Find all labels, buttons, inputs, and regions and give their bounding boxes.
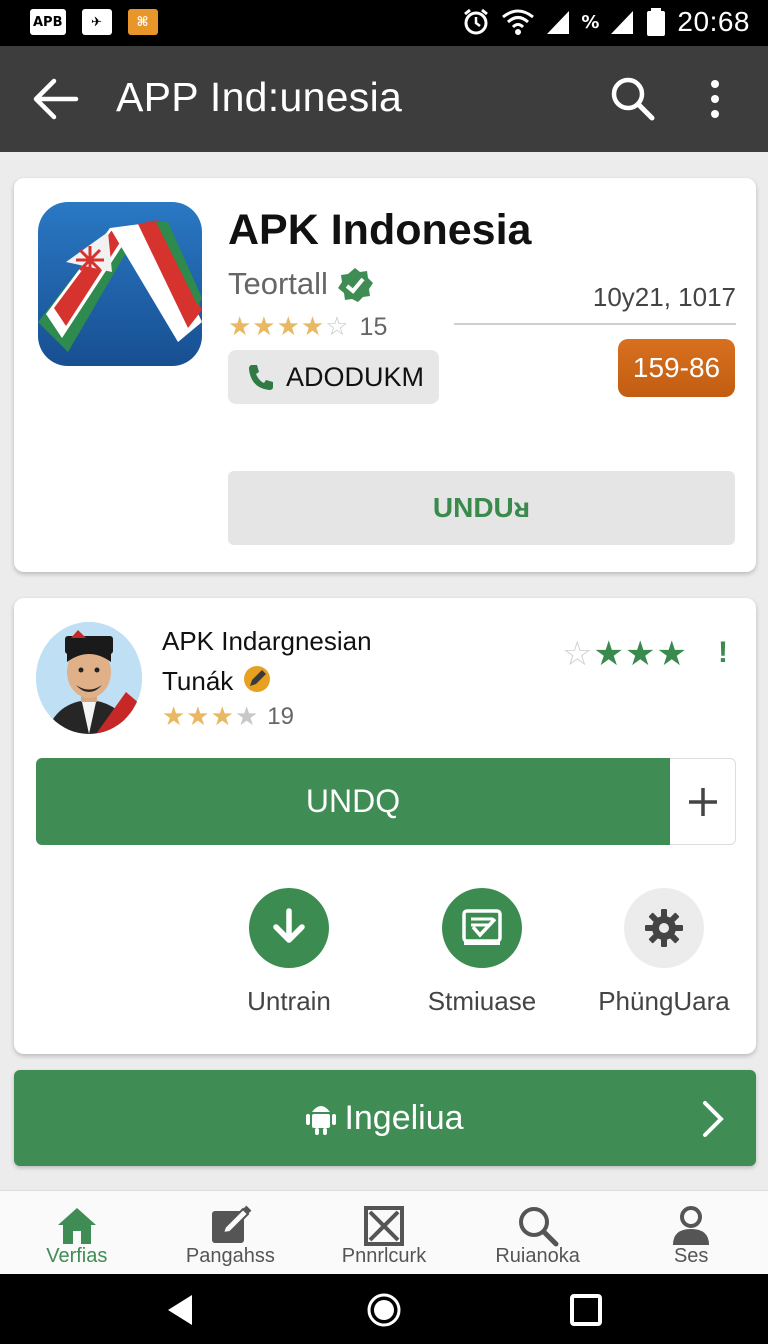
size-badge: 159-86 [618, 339, 735, 397]
user-icon [673, 1206, 710, 1245]
rating-count: 15 [359, 312, 388, 341]
notification-badge-apb: APB [30, 9, 66, 35]
download-icon [249, 888, 329, 968]
app-logo [38, 202, 202, 366]
alert-mark: ! [718, 636, 728, 669]
system-back-icon[interactable] [162, 1291, 200, 1329]
battery-icon [647, 8, 666, 36]
bottom-navigation: Verfias Pangahss Pnnrlcurk Ruianoka Ses [0, 1190, 768, 1274]
search-icon [611, 77, 655, 121]
app-rating: ★★★★☆ 15 [228, 312, 387, 342]
action-settings-label: PhüngUara [598, 986, 730, 1016]
rating-count: 19 [267, 703, 294, 730]
app-name: APK Indonesia [228, 206, 532, 254]
app-card-featured[interactable]: APK Indonesia Teortall ★★★★☆ 15 ADODUKM … [14, 178, 756, 572]
developer-name[interactable]: Tunák [162, 666, 233, 697]
signal-percent: % [581, 11, 600, 33]
more-vert-icon [711, 80, 719, 118]
home-icon [57, 1208, 96, 1244]
nav-item-home[interactable]: Verfias [0, 1191, 154, 1274]
nav-item-search[interactable]: Ruianoka [461, 1191, 615, 1274]
overflow-menu-button[interactable] [700, 74, 730, 124]
release-date: 10y21, 1017 [592, 282, 736, 312]
developer-tag-chip[interactable]: ADODUKM [228, 350, 439, 404]
pencil-badge-icon [244, 666, 270, 692]
cell-signal-2-icon [611, 11, 634, 34]
plus-icon [688, 787, 717, 816]
nav-item-label: Ruianoka [495, 1245, 580, 1267]
download-button[interactable]: UNDQ [36, 758, 670, 845]
nav-item-label: Ses [673, 1245, 709, 1267]
banner-label: Ingeliua [344, 1098, 464, 1137]
status-indicators: % 20:68 [461, 6, 750, 38]
nav-item-label: Pangahss [185, 1245, 275, 1267]
cell-signal-icon [547, 11, 570, 34]
nav-item-label: Pnnrlcurk [341, 1245, 427, 1267]
android-icon [306, 1106, 337, 1135]
android-banner-button[interactable]: Ingeliua [14, 1070, 756, 1166]
box-x-icon [363, 1206, 404, 1246]
system-navigation-bar [0, 1274, 768, 1344]
notification-airplane-icon: ✈ [81, 9, 112, 35]
nav-item-edit[interactable]: Pangahss [154, 1191, 308, 1274]
app-rating: ★★★★ 19 [162, 702, 294, 732]
notification-app-icon: ⌘ [127, 9, 158, 35]
system-home-icon[interactable] [365, 1291, 403, 1329]
back-button[interactable] [30, 76, 80, 122]
status-notifications: APB ✈ ⌘ [30, 9, 158, 35]
user-rating-stars[interactable]: ☆★★★ [562, 634, 688, 674]
chevron-right-icon [703, 1101, 724, 1137]
edit-icon [212, 1205, 252, 1243]
search-button[interactable] [608, 74, 658, 124]
action-screen-label: Stmiuase [427, 986, 537, 1016]
nav-item-box[interactable]: Pnnrlcurk [307, 1191, 461, 1274]
page-title: APP Ind:unesia [116, 74, 403, 120]
arrow-left-icon [33, 78, 79, 120]
app-card-secondary[interactable]: APK Indargnesian Tunák ★★★★ 19 ☆★★★ ! UN… [14, 598, 756, 1054]
nav-item-profile[interactable]: Ses [614, 1191, 768, 1274]
verified-badge-icon [338, 268, 373, 302]
system-recents-icon[interactable] [567, 1291, 605, 1329]
action-screen[interactable]: Stmiuase [397, 888, 567, 1028]
alarm-icon [464, 8, 489, 35]
screen-icon [442, 888, 522, 968]
nav-item-label: Verfias [46, 1245, 108, 1267]
clock: 20:68 [677, 6, 750, 37]
rating-stars: ★★★★ [162, 702, 260, 732]
rating-stars: ★★★★☆ [228, 312, 350, 342]
status-bar: APB ✈ ⌘ % 20:68 [0, 0, 768, 46]
developer-tag-label: ADODUKM [286, 361, 425, 392]
developer-avatar [36, 622, 142, 734]
action-download-label: Untrain [247, 986, 331, 1016]
app-name: APK Indargnesian [162, 626, 372, 656]
app-toolbar: APP Ind:unesia [0, 46, 768, 152]
add-button[interactable] [670, 758, 736, 845]
action-settings[interactable]: PhüngUara [579, 888, 749, 1028]
action-download[interactable]: Untrain [204, 888, 374, 1028]
download-button[interactable]: UNDUᴚ [228, 471, 735, 545]
wifi-icon [502, 9, 535, 35]
developer-name[interactable]: Teortall [228, 266, 328, 302]
gear-icon [624, 888, 704, 968]
divider [454, 323, 736, 325]
search-icon [518, 1207, 559, 1247]
phone-icon [249, 365, 273, 390]
